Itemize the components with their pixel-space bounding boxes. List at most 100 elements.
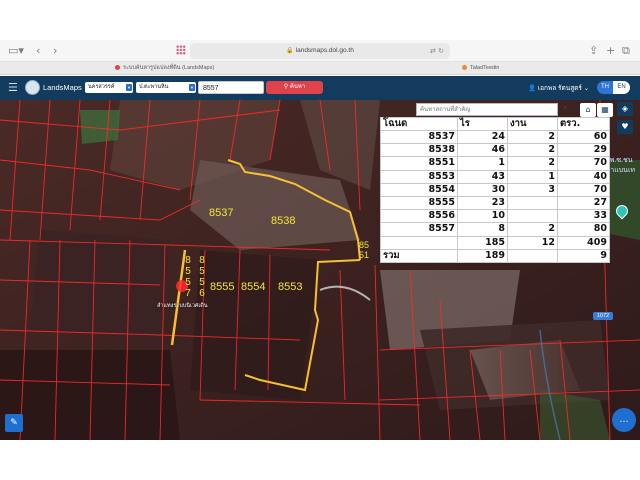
landsmaps-logo — [25, 80, 40, 95]
app-title: LandsMaps — [43, 83, 82, 92]
browser-toolbar: ▭▾ ‹ › 🔒 landsmaps.dol.go.th ⇄ ↻ ⇪ + ⧉ — [0, 40, 640, 62]
cell — [507, 248, 558, 264]
cell: 60 — [557, 129, 610, 145]
place-search-input[interactable] — [416, 103, 558, 116]
tab-landsmaps[interactable]: ระบบค้นหารูปแปลงที่ดิน (LandsMaps) — [115, 62, 214, 75]
cell: 1 — [507, 169, 558, 184]
cell — [380, 235, 458, 250]
chevron-down-icon: ▼ — [126, 84, 132, 91]
home-icon[interactable]: ⌂ — [580, 103, 596, 117]
digit: 8 — [199, 255, 205, 266]
site-icon — [462, 64, 467, 70]
tab-label: TaladTeedin — [470, 65, 500, 71]
lock-icon: 🔒 — [286, 48, 294, 54]
road-number-badge: 1072 — [593, 312, 613, 320]
map-pin-icon — [115, 64, 120, 70]
tab-label: ระบบค้นหารูปแปลงที่ดิน (LandsMaps) — [123, 65, 215, 71]
search-icon: ⚲ — [283, 84, 289, 90]
map-canvas[interactable]: 8537 8538 8555 8554 8553 8 5 5 7 8 5 5 6… — [0, 100, 640, 440]
digit: 6 — [199, 288, 205, 299]
cell — [507, 195, 558, 211]
back-icon[interactable]: ‹ — [36, 44, 40, 58]
total-row: รวม 189 9 — [380, 248, 610, 264]
cell: 43 — [457, 169, 508, 184]
tabs-overview-icon[interactable]: ⧉ — [622, 44, 630, 58]
province-value: นครสวรรค์ — [88, 84, 115, 90]
cell: 70 — [557, 156, 610, 171]
grid-icon[interactable] — [176, 45, 186, 55]
district-select[interactable]: ป.ตะพานหิน ▼ — [136, 82, 196, 93]
user-name: เอกพล รัตนสูตร์ — [537, 85, 582, 92]
new-tab-icon[interactable]: + — [606, 44, 615, 58]
edge-digits: 51 — [359, 250, 370, 260]
translate-reload-icon[interactable]: ⇄ ↻ — [430, 43, 444, 59]
table-row: 8554 30 3 70 — [380, 182, 610, 197]
cell: 185 — [457, 235, 508, 250]
url-text: landsmaps.dol.go.th — [295, 47, 354, 54]
forward-icon[interactable]: › — [53, 44, 57, 58]
table-row: 8557 8 2 80 — [380, 222, 610, 237]
cell: 80 — [557, 222, 610, 237]
chevron-down-icon: ▼ — [189, 84, 195, 91]
layers-icon[interactable]: ◈ — [617, 102, 633, 116]
parcel-search-input[interactable]: 8557 — [198, 81, 264, 94]
cell: 409 — [557, 235, 610, 250]
share-icon[interactable]: ⇪ — [589, 44, 598, 58]
sidebar-icon[interactable]: ▭▾ — [8, 44, 24, 58]
address-bar[interactable]: 🔒 landsmaps.dol.go.th ⇄ ↻ — [190, 43, 450, 59]
vertical-parcel-number: 8 5 5 6 — [197, 255, 207, 299]
chat-icon[interactable]: … — [612, 408, 636, 432]
tools-icon[interactable]: ✎ — [5, 414, 23, 432]
edge-parcel-number: 85 51 — [359, 240, 369, 260]
cell: 40 — [557, 169, 610, 184]
tab-taladteedin[interactable]: TaladTeedin — [462, 62, 499, 75]
table-row: 8538 46 2 29 — [380, 143, 610, 158]
table-row: 8551 1 2 70 — [380, 156, 610, 171]
parcel-area-table: โฉนด ไร งาน ตรว. 8537 24 2 60 8538 46 2 29 855… — [380, 117, 610, 264]
parcel-label-8553: 8553 — [278, 281, 303, 293]
cell — [507, 209, 558, 224]
digit: 5 — [199, 266, 205, 277]
close-icon[interactable]: ✕ — [562, 104, 568, 112]
cell: 12 — [507, 235, 558, 250]
lang-en-button[interactable]: EN — [613, 81, 630, 94]
cell: 2 — [507, 222, 558, 237]
lang-th-button[interactable]: TH — [597, 81, 613, 94]
cell: 29 — [557, 143, 610, 158]
table-header-row: โฉนด ไร งาน ตรว. — [380, 117, 610, 131]
parcel-label-8555: 8555 — [210, 281, 235, 293]
digit: 5 — [185, 266, 191, 277]
cell: 189 — [457, 248, 508, 264]
cell: 27 — [557, 195, 610, 211]
cell: 8553 — [380, 169, 458, 184]
cell: 33 — [557, 209, 610, 224]
app-header: ☰ LandsMaps นครสวรรค์ ▼ ป.ตะพานหิน ▼ 855… — [0, 76, 640, 100]
cell: 3 — [507, 182, 558, 197]
digit: 5 — [185, 277, 191, 288]
district-value: ป.ตะพานหิน — [139, 84, 169, 90]
table-row: 8555 23 27 — [380, 195, 610, 211]
favorite-icon[interactable]: ♥ — [617, 120, 633, 134]
road-label: ลำแทงระบบนิเวศเดิน — [157, 303, 208, 309]
cell: 8537 — [380, 129, 458, 145]
cell: 2 — [507, 129, 558, 145]
table-row: 8556 10 33 — [380, 209, 610, 224]
col-sqwa: ตรว. — [557, 117, 610, 131]
vertical-parcel-number: 8 5 5 7 — [183, 255, 193, 299]
parcel-label-8554: 8554 — [241, 281, 266, 293]
col-rai: ไร — [457, 117, 508, 131]
cell: 8555 — [380, 195, 458, 211]
place-label: ลำแบนเท — [606, 167, 635, 174]
user-menu[interactable]: 👤 เอกพล รัตนสูตร์ ⌄ — [528, 83, 589, 93]
cell: 8557 — [380, 222, 458, 237]
cell: 8554 — [380, 182, 458, 197]
digit: 5 — [199, 277, 205, 288]
menu-icon[interactable]: ☰ — [8, 82, 18, 94]
province-select[interactable]: นครสวรรค์ ▼ — [85, 82, 133, 93]
search-button[interactable]: ⚲ ค้นหา — [266, 81, 323, 94]
digit: 7 — [185, 288, 191, 299]
table-icon[interactable]: ▦ — [597, 103, 613, 117]
table-row: 8537 24 2 60 — [380, 129, 610, 145]
parcel-label-8538: 8538 — [271, 215, 296, 227]
cell: 8551 — [380, 156, 458, 171]
